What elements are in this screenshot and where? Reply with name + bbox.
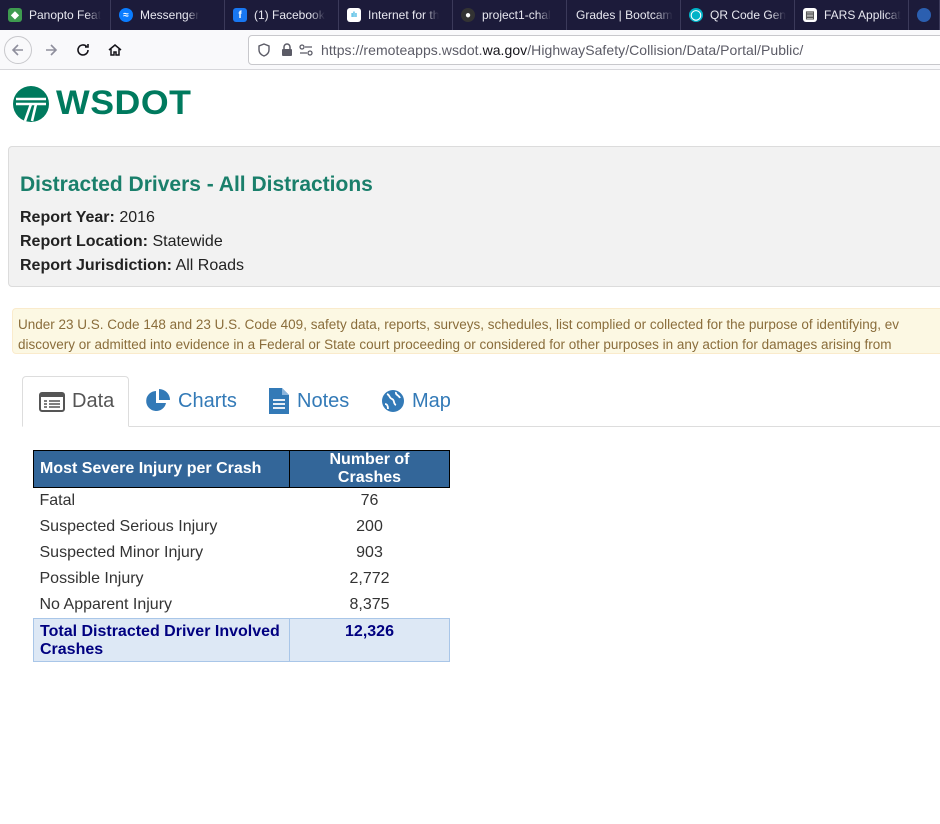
- report-title: Distracted Drivers - All Distractions: [20, 173, 373, 196]
- browser-tab-title: QR Code Gen: [710, 8, 787, 22]
- legal-notice-line-1: Under 23 U.S. Code 148 and 23 U.S. Code …: [18, 317, 899, 332]
- shield-icon[interactable]: [257, 43, 271, 57]
- browser-tab-strip: ◆ Panopto Feat ≈ Messenger f (1) Faceboo…: [0, 0, 940, 30]
- cisco-icon: ılı: [347, 8, 361, 22]
- report-location: Report Location: Statewide: [20, 233, 223, 251]
- panopto-icon: ◆: [8, 8, 22, 22]
- total-value: 12,326: [289, 618, 450, 662]
- url-path: /HighwaySafety/Collision/Data/Portal/Pub…: [527, 42, 804, 58]
- browser-tab-title: Messenger: [140, 8, 200, 22]
- reload-button[interactable]: [69, 36, 97, 64]
- report-location-label: Report Location:: [20, 233, 148, 250]
- legal-notice: Under 23 U.S. Code 148 and 23 U.S. Code …: [12, 308, 940, 354]
- url-domain: wa.gov: [482, 42, 528, 58]
- legal-notice-line-2: discovery or admitted into evidence in a…: [18, 337, 892, 352]
- report-header-panel: Distracted Drivers - All Distractions Re…: [8, 146, 940, 287]
- browser-tab-title: Panopto Feat: [29, 8, 102, 22]
- report-jurisdiction: Report Jurisdiction: All Roads: [20, 257, 244, 275]
- table-row: No Apparent Injury 8,375: [34, 592, 450, 619]
- browser-tab-github[interactable]: ● project1-chal: [453, 0, 567, 30]
- report-year-label: Report Year:: [20, 209, 115, 226]
- table-row: Suspected Minor Injury 903: [34, 540, 450, 566]
- row-label: Fatal: [39, 492, 76, 509]
- total-row: Total Distracted Driver Involved Crashes…: [33, 618, 450, 662]
- report-location-value: Statewide: [152, 233, 223, 250]
- document-icon: [269, 388, 289, 414]
- home-button[interactable]: [101, 36, 129, 64]
- navigation-bar: https://remoteapps.wsdot.wa.gov/HighwayS…: [0, 30, 940, 70]
- table-row: Suspected Serious Injury 200: [34, 514, 450, 540]
- browser-tab-facebook[interactable]: f (1) Facebook: [225, 0, 339, 30]
- globe-icon: [382, 390, 404, 412]
- report-tabs: Data Charts Notes Map: [22, 376, 940, 427]
- row-label: Possible Injury: [39, 570, 144, 587]
- browser-tab-fars[interactable]: ▤ FARS Applicat: [795, 0, 909, 30]
- browser-tab-qr-code[interactable]: ◯ QR Code Gen: [681, 0, 795, 30]
- account-icon: [917, 8, 931, 22]
- row-label: Suspected Minor Injury: [39, 544, 204, 561]
- row-value: 8,375: [349, 596, 390, 613]
- table-row: Fatal 76: [34, 488, 450, 515]
- report-jurisdiction-label: Report Jurisdiction:: [20, 257, 173, 274]
- browser-tab-messenger[interactable]: ≈ Messenger: [111, 0, 225, 30]
- row-label: Suspected Serious Injury: [39, 518, 218, 535]
- tab-charts[interactable]: Charts: [145, 376, 237, 426]
- browser-tab-title: (1) Facebook: [254, 8, 325, 22]
- browser-tab-title: Grades | Bootcam: [576, 8, 673, 22]
- back-button[interactable]: [4, 36, 32, 64]
- arrow-left-icon: [11, 44, 23, 56]
- logo-text: WSDOT: [56, 84, 192, 122]
- browser-tab-overflow[interactable]: [909, 0, 940, 30]
- row-value: 200: [356, 518, 383, 535]
- header-crashes: Number of Crashes: [289, 450, 450, 488]
- browser-tab-grades[interactable]: Grades | Bootcam: [567, 0, 681, 30]
- url-prefix: https://remoteapps.wsdot.: [321, 42, 483, 58]
- document-icon: ▤: [803, 8, 817, 22]
- tab-map-label: Map: [412, 389, 451, 412]
- permissions-icon[interactable]: [299, 44, 313, 56]
- tab-notes-label: Notes: [297, 389, 350, 412]
- facebook-icon: f: [233, 8, 247, 22]
- table-row: Possible Injury 2,772: [34, 566, 450, 592]
- browser-tab-title: FARS Applicat: [824, 8, 901, 22]
- forward-button[interactable]: [37, 36, 65, 64]
- report-jurisdiction-value: All Roads: [175, 257, 245, 274]
- reload-icon: [77, 44, 89, 56]
- injury-crash-table: Most Severe Injury per Crash Number of C…: [33, 450, 450, 662]
- report-year-value: 2016: [119, 209, 155, 226]
- total-label: Total Distracted Driver Involved Crashes: [33, 618, 290, 662]
- tab-notes[interactable]: Notes: [268, 376, 349, 426]
- row-value: 903: [356, 544, 383, 561]
- tab-map[interactable]: Map: [381, 376, 451, 426]
- tab-data-label: Data: [72, 390, 115, 412]
- url-bar[interactable]: https://remoteapps.wsdot.wa.gov/HighwayS…: [248, 35, 940, 65]
- browser-tab-cisco[interactable]: ılı Internet for th: [339, 0, 453, 30]
- url-text[interactable]: https://remoteapps.wsdot.wa.gov/HighwayS…: [321, 42, 803, 58]
- header-injury: Most Severe Injury per Crash: [33, 450, 290, 488]
- row-value: 2,772: [349, 570, 390, 587]
- browser-tab-panopto[interactable]: ◆ Panopto Feat: [0, 0, 111, 30]
- lock-icon[interactable]: [281, 43, 293, 57]
- qr-code-icon: ◯: [689, 8, 703, 22]
- arrow-right-icon: [46, 44, 58, 56]
- github-icon: ●: [461, 8, 475, 22]
- browser-tab-title: Internet for th: [368, 8, 440, 22]
- pie-chart-icon: [146, 389, 170, 411]
- report-year: Report Year: 2016: [20, 209, 155, 227]
- wsdot-logo[interactable]: WSDOT: [12, 84, 191, 123]
- tab-charts-label: Charts: [178, 389, 237, 412]
- messenger-icon: ≈: [119, 8, 133, 22]
- table-icon: [39, 391, 65, 412]
- row-label: No Apparent Injury: [39, 596, 173, 613]
- row-value: 76: [360, 492, 379, 509]
- wsdot-logo-icon: [13, 85, 49, 122]
- table-header-row: Most Severe Injury per Crash Number of C…: [33, 450, 450, 488]
- tab-data[interactable]: Data: [22, 376, 129, 427]
- browser-tab-title: project1-chal: [482, 8, 551, 22]
- home-icon: [108, 44, 122, 56]
